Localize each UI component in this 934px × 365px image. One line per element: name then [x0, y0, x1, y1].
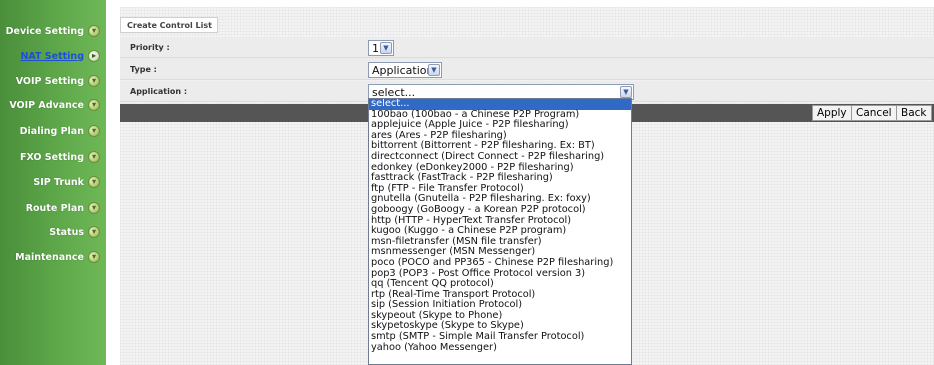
chevron-down-icon[interactable]: ▼ — [380, 42, 392, 54]
dropdown-option[interactable]: select... — [369, 99, 631, 110]
sidebar-item-label: NAT Setting — [20, 50, 84, 62]
sidebar-item-label: VOIP Setting — [15, 75, 84, 87]
sidebar-item-device-setting[interactable]: Device Setting ▾ — [6, 22, 100, 40]
sidebar-item-label: Maintenance — [15, 251, 84, 263]
application-dropdown-list[interactable]: select... 100bao (100bao - a Chinese P2P … — [368, 98, 632, 365]
back-button[interactable]: Back — [896, 105, 932, 121]
arrow-down-circle-icon: ▾ — [88, 176, 100, 188]
sidebar-item-label: Route Plan — [25, 202, 84, 214]
arrow-down-circle-icon: ▾ — [88, 251, 100, 263]
sidebar-item-status[interactable]: Status ▾ — [49, 223, 100, 241]
sidebar-item-maintenance[interactable]: Maintenance ▾ — [15, 248, 100, 266]
priority-select[interactable]: 1 ▼ — [368, 40, 394, 56]
arrow-down-circle-icon: ▾ — [88, 25, 100, 37]
application-label: Application : — [130, 87, 188, 96]
arrow-down-circle-icon: ▾ — [88, 99, 100, 111]
arrow-right-circle-icon: ▸ — [88, 50, 100, 62]
sidebar-nav: Device Setting ▾ NAT Setting ▸ VOIP Sett… — [0, 0, 106, 365]
dropdown-option[interactable]: poco (POCO and PP365 - Chinese P2P files… — [369, 257, 631, 269]
priority-row: Priority : 1 ▼ — [120, 37, 934, 58]
sidebar-item-voip-advance[interactable]: VOIP Advance ▾ — [9, 96, 100, 114]
sidebar-item-dialing-plan[interactable]: Dialing Plan ▾ — [20, 122, 100, 140]
priority-label: Priority : — [130, 43, 170, 52]
priority-value: 1 — [372, 41, 379, 55]
sidebar-item-voip-setting[interactable]: VOIP Setting ▾ — [16, 72, 100, 90]
sidebar-item-route-plan[interactable]: Route Plan ▾ — [26, 199, 100, 217]
chevron-down-icon[interactable]: ▼ — [428, 64, 440, 76]
dropdown-option[interactable]: yahoo (Yahoo Messenger) — [369, 342, 631, 354]
cancel-button[interactable]: Cancel — [851, 105, 897, 121]
type-label: Type : — [130, 65, 157, 74]
arrow-down-circle-icon: ▾ — [88, 202, 100, 214]
sidebar-item-fxo-setting[interactable]: FXO Setting ▾ — [20, 148, 100, 166]
arrow-down-circle-icon: ▾ — [88, 75, 100, 87]
type-select[interactable]: Application ▼ — [368, 62, 442, 78]
sidebar-item-label: VOIP Advance — [9, 99, 84, 111]
dropdown-option[interactable]: directconnect (Direct Connect - P2P file… — [369, 151, 631, 163]
type-row: Type : Application ▼ — [120, 59, 934, 80]
sidebar-item-label: SIP Trunk — [33, 176, 84, 188]
tab-create-control-list[interactable]: Create Control List — [120, 17, 218, 33]
arrow-down-circle-icon: ▾ — [88, 125, 100, 137]
type-value: Application — [372, 63, 434, 77]
sidebar-item-sip-trunk[interactable]: SIP Trunk ▾ — [33, 173, 100, 191]
arrow-down-circle-icon: ▾ — [88, 151, 100, 163]
sidebar-item-label: Status — [49, 226, 84, 238]
sidebar-item-nat-setting[interactable]: NAT Setting ▸ — [20, 47, 100, 65]
arrow-down-circle-icon: ▾ — [88, 226, 100, 238]
chevron-down-icon[interactable]: ▼ — [620, 86, 632, 98]
sidebar-item-label: Device Setting — [5, 25, 84, 37]
application-value: select... — [372, 85, 416, 99]
apply-button[interactable]: Apply — [812, 105, 852, 121]
dropdown-option[interactable]: goboogy (GoBoogy - a Korean P2P protocol… — [369, 204, 631, 216]
sidebar-item-label: FXO Setting — [19, 151, 84, 163]
sidebar-item-label: Dialing Plan — [19, 125, 84, 137]
